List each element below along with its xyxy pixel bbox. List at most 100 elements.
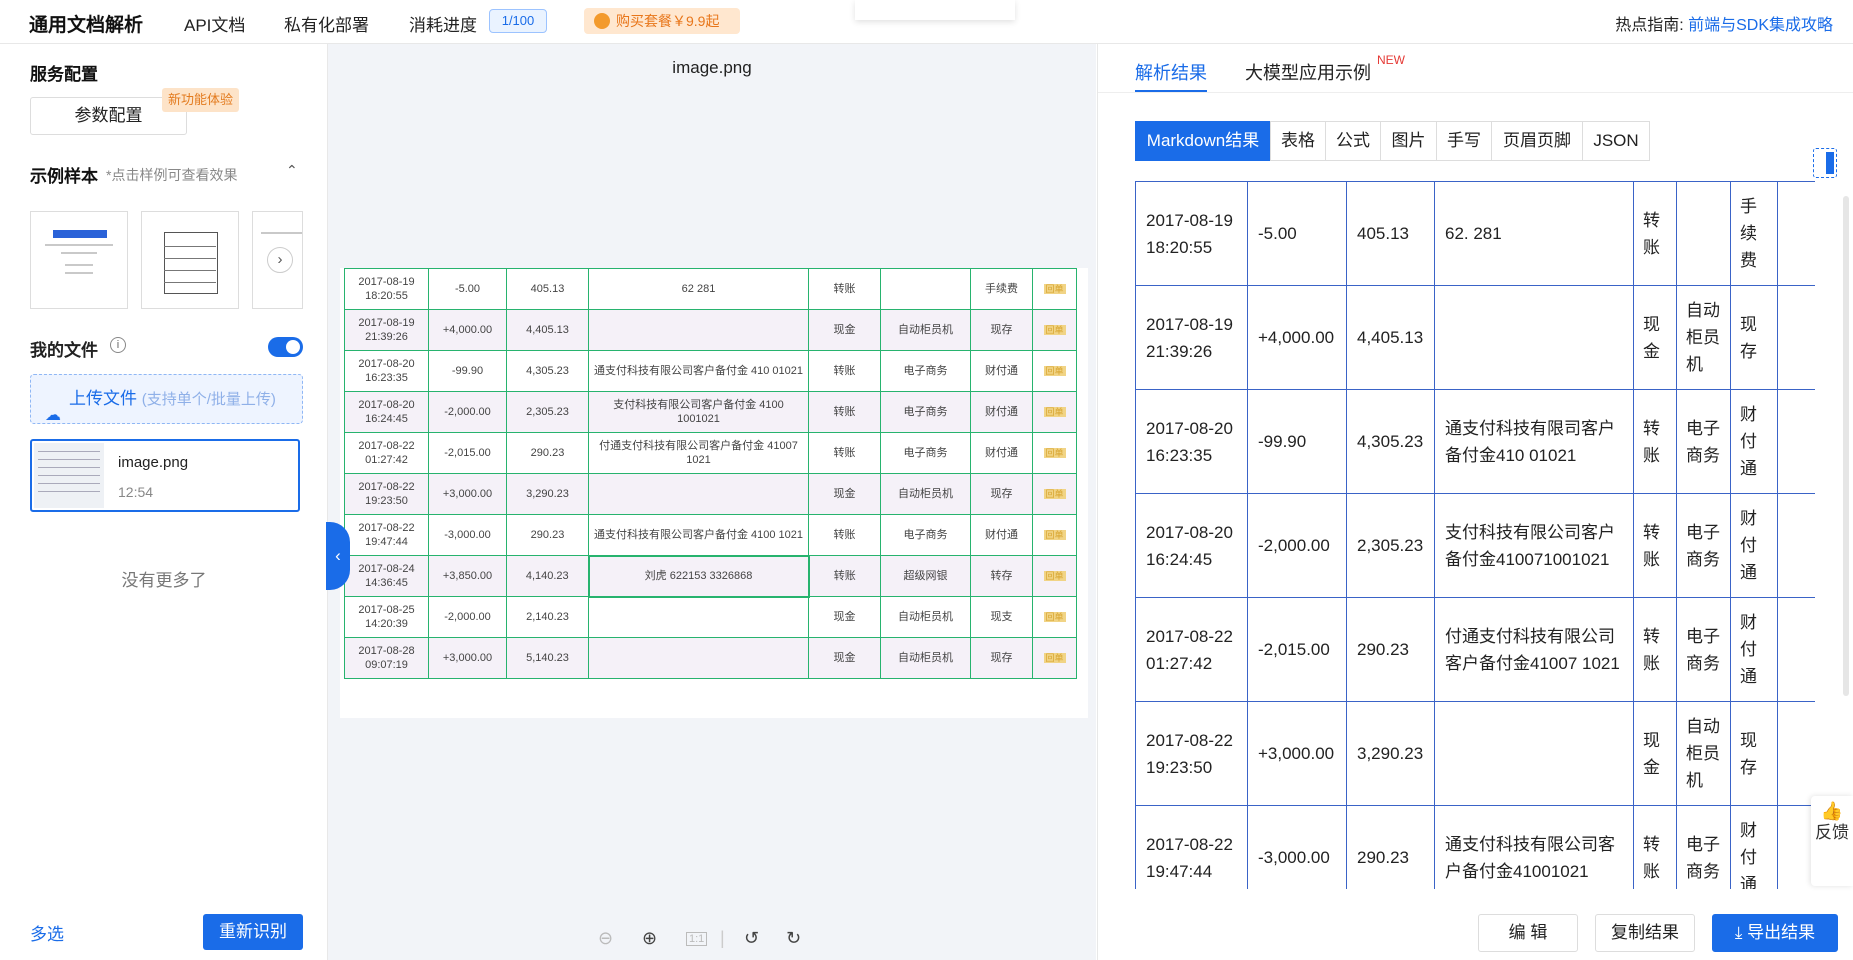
preview-row: 2017-08-20 16:24:45 -2,000.00 2,305.23 支付科技… xyxy=(344,391,1077,433)
re-recognize-button[interactable]: 重新识别 xyxy=(203,914,303,950)
preview-cell: 自动柜员机 xyxy=(880,473,971,515)
document-image[interactable]: 2017-08-19 18:20:55 -5.00 405.13 62 281 转账 手续… xyxy=(340,268,1088,718)
preview-cell: 现金 xyxy=(808,596,881,638)
no-more-text: 没有更多了 xyxy=(121,571,207,590)
preview-table: 2017-08-19 18:20:55 -5.00 405.13 62 281 转账 手续… xyxy=(344,268,1077,679)
result-cell: 现金 xyxy=(1633,285,1677,390)
seg-markdown[interactable]: Markdown结果 xyxy=(1135,121,1271,161)
preview-cell: 刘虎 622153 3326868 xyxy=(587,554,810,598)
stamp-cell: 回单 xyxy=(1032,514,1077,556)
preview-cell: 2017-08-22 19:23:50 xyxy=(344,473,429,515)
nav-private-deploy[interactable]: 私有化部署 xyxy=(284,11,369,36)
stamp-cell: 回单 xyxy=(1032,391,1077,433)
preview-cell: 现存 xyxy=(970,309,1033,351)
preview-cell: +4,000.00 xyxy=(428,309,507,351)
result-cell: -3,000.00 xyxy=(1247,805,1347,889)
stamp-icon: 回单 xyxy=(1043,366,1066,376)
result-cell: 转账 xyxy=(1633,805,1677,889)
result-cell-empty xyxy=(1777,597,1815,702)
fit-size-icon[interactable]: 1:1 xyxy=(686,932,708,946)
sample-thumbnail-1[interactable] xyxy=(30,211,128,309)
multi-select-link[interactable]: 多选 xyxy=(30,920,64,945)
stamp-cell: 回单 xyxy=(1032,555,1077,597)
preview-cell: -2,000.00 xyxy=(428,391,507,433)
result-cell: 电子商务 xyxy=(1676,597,1731,702)
result-cell: 405.13 xyxy=(1346,181,1435,286)
result-cell: 2017-08-22 19:23:50 xyxy=(1135,701,1248,806)
nav-api-docs[interactable]: API文档 xyxy=(184,11,245,36)
preview-cell: 2017-08-24 14:36:45 xyxy=(344,555,429,597)
preview-cell: 2017-08-25 14:20:39 xyxy=(344,596,429,638)
hot-guide-link[interactable]: 前端与SDK集成攻略 xyxy=(1688,17,1833,34)
result-cell: 电子商务 xyxy=(1676,389,1731,494)
seg-image[interactable]: 图片 xyxy=(1380,121,1437,161)
file-card[interactable]: image.png 12:54 xyxy=(30,439,300,512)
stamp-cell: 回单 xyxy=(1032,309,1077,351)
edit-button[interactable]: 编 辑 xyxy=(1478,914,1578,952)
preview-cell: 2017-08-22 01:27:42 xyxy=(344,432,429,474)
stamp-cell: 回单 xyxy=(1032,432,1077,474)
preview-cell: 转账 xyxy=(808,391,881,433)
file-time: 12:54 xyxy=(118,484,154,500)
markdown-result: 2017-08-19 18:20:55 -5.00 405.13 62. 281 转账手… xyxy=(1135,181,1815,889)
tab-llm-examples[interactable]: 大模型应用示例 xyxy=(1245,59,1371,85)
result-cell: -2,000.00 xyxy=(1247,493,1347,598)
toolbar-divider: | xyxy=(720,928,725,948)
file-name: image.png xyxy=(118,454,189,471)
top-bar: 通用文档解析 API文档 私有化部署 消耗进度 1/100 购买套餐￥9.9起 … xyxy=(0,0,1853,44)
result-cell: 转账 xyxy=(1633,389,1677,494)
nav-consumption[interactable]: 消耗进度 xyxy=(409,11,477,36)
my-files-toggle[interactable] xyxy=(268,337,303,357)
sample-thumbnail-2[interactable] xyxy=(141,211,239,309)
sidebar-toggle-icon[interactable] xyxy=(1813,148,1837,178)
buy-package-button[interactable]: 购买套餐￥9.9起 xyxy=(584,8,740,34)
stamp-cell: 回单 xyxy=(1032,473,1077,515)
seg-json[interactable]: JSON xyxy=(1582,121,1650,161)
result-cell: 现存 xyxy=(1730,285,1778,390)
preview-cell: +3,000.00 xyxy=(428,637,507,679)
result-table: 2017-08-19 18:20:55 -5.00 405.13 62. 281 转账手… xyxy=(1135,181,1815,889)
tab-parse-result[interactable]: 解析结果 xyxy=(1135,59,1207,85)
feedback-button[interactable]: 👍 反馈 xyxy=(1811,796,1853,886)
result-row: 2017-08-19 18:20:55 -5.00 405.13 62. 281 转账手… xyxy=(1135,181,1815,286)
result-cell: 3,290.23 xyxy=(1346,701,1435,806)
result-cell: 财付通 xyxy=(1730,597,1778,702)
result-cell: 支付科技有限公司客户备付金410071001021 xyxy=(1434,493,1634,598)
preview-cell: 4,405.13 xyxy=(506,309,589,351)
seg-handwriting[interactable]: 手写 xyxy=(1436,121,1492,161)
preview-cell: 电子商务 xyxy=(880,514,971,556)
rotate-right-icon[interactable]: ↻ xyxy=(786,928,801,949)
seg-table[interactable]: 表格 xyxy=(1270,121,1326,161)
rotate-left-icon[interactable]: ↺ xyxy=(744,928,759,949)
preview-cell: 2017-08-20 16:24:45 xyxy=(344,391,429,433)
preview-row: 2017-08-19 18:20:55 -5.00 405.13 62 281 转账 手续… xyxy=(344,268,1077,310)
samples-title: 示例样本 xyxy=(30,167,98,186)
preview-cell: +3,000.00 xyxy=(428,473,507,515)
zoom-in-icon[interactable]: ⊕ xyxy=(642,928,657,949)
stamp-icon: 回单 xyxy=(1043,448,1066,458)
preview-cell: 2,140.23 xyxy=(506,596,589,638)
result-cell: 现存 xyxy=(1730,701,1778,806)
export-result-button[interactable]: ⤓ 导出结果 xyxy=(1712,914,1838,952)
result-cell: 2017-08-19 18:20:55 xyxy=(1135,181,1248,286)
results-panel: 解析结果 大模型应用示例 NEW Markdown结果 表格 公式 图片 手写 … xyxy=(1097,44,1853,960)
chevron-right-icon[interactable]: › xyxy=(267,247,293,273)
collapse-panel-button[interactable]: ‹ xyxy=(326,522,350,590)
results-scrollbar[interactable] xyxy=(1843,196,1849,696)
copy-result-button[interactable]: 复制结果 xyxy=(1595,914,1695,952)
info-icon[interactable]: i xyxy=(110,337,126,353)
seg-formula[interactable]: 公式 xyxy=(1325,121,1381,161)
upload-file-button[interactable]: ☁ 上传文件 (支持单个/批量上传) xyxy=(30,374,303,424)
preview-cell: 自动柜员机 xyxy=(880,637,971,679)
preview-cell: 通支付科技有限公司客户备付金 410 01021 xyxy=(588,350,809,392)
chevron-up-icon[interactable]: ⌃ xyxy=(286,162,298,179)
preview-cell: 2017-08-28 09:07:19 xyxy=(344,637,429,679)
zoom-out-icon[interactable]: ⊖ xyxy=(598,928,613,949)
seg-header-footer[interactable]: 页眉页脚 xyxy=(1491,121,1583,161)
preview-cell: 超级网银 xyxy=(880,555,971,597)
preview-cell: -5.00 xyxy=(428,268,507,310)
preview-cell: 自动柜员机 xyxy=(880,309,971,351)
preview-cell: -2,015.00 xyxy=(428,432,507,474)
download-icon: ⤓ xyxy=(1734,923,1748,942)
my-files-title: 我的文件 xyxy=(30,341,98,360)
